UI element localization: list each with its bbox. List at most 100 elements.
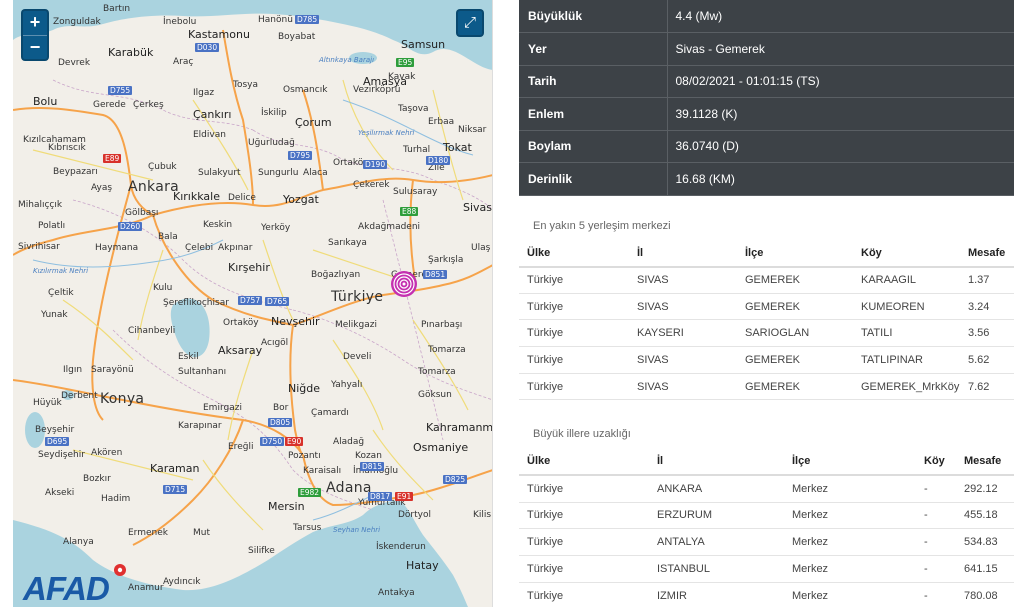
map-label-sarayonu: Sarayönü (91, 365, 134, 375)
map-label-keskin: Keskin (203, 220, 233, 230)
table-cell: - (916, 502, 964, 530)
major-cities-distance-table: Ülke İl İlçe Köy Mesafe Türkiye ANKARA Merkez -… (519, 448, 1014, 607)
map-label-aladag: Aladağ (333, 437, 365, 447)
map-label-osmancik: Osmancık (283, 85, 328, 95)
table-cell: Türkiye (519, 373, 629, 401)
table-cell: Türkiye (519, 582, 649, 607)
zoom-control: + − (21, 9, 49, 61)
road-shield: E91 (395, 492, 414, 501)
map-label-karaisali: Karaisalı (303, 466, 342, 476)
map-label-tokat: Tokat (443, 141, 472, 154)
fullscreen-icon[interactable]: ⤢ (456, 9, 484, 37)
table-cell: ISTANBUL (649, 555, 784, 583)
table-cell: 3.56 (968, 319, 1014, 348)
table-cell: GEMEREK (737, 373, 853, 401)
map-label-beypazari: Beypazarı (53, 167, 98, 177)
map-label-arac: Araç (173, 57, 194, 67)
table-cell: IZMIR (649, 582, 784, 607)
table-cell: Merkez (784, 582, 916, 607)
table-row: Türkiye SIVAS GEMEREK TATLIPINAR 5.62 (519, 346, 1014, 374)
table-cell: TATILI (853, 319, 968, 348)
map-label-melikgazi: Melikgazi (335, 320, 377, 330)
road-shield: D817 (368, 492, 393, 501)
info-value: 4.4 (Mw) (667, 0, 1014, 33)
table-cell: SIVAS (629, 266, 737, 294)
zoom-in-button[interactable]: + (23, 11, 47, 35)
map-label-mut: Mut (193, 528, 210, 538)
map-label-yesilirmak: Yeşilırmak Nehri (358, 129, 415, 137)
map-label-kirikkale: Kırıkkale (173, 190, 220, 203)
table-row: Türkiye SIVAS GEMEREK KARAAGIL 1.37 (519, 266, 1014, 294)
map-label-kilis: Kilis (473, 510, 492, 520)
table-cell: 534.83 (964, 528, 1014, 556)
map-label-gerede: Gerede (93, 100, 126, 110)
table-cell: Merkez (784, 475, 916, 503)
map-label-huyuk: Hüyük (33, 398, 62, 408)
epicenter-marker-icon[interactable] (390, 270, 418, 298)
column-header: İlçe (737, 239, 853, 268)
map-label-hatay: Hatay (406, 559, 439, 572)
map-label-tosya: Tosya (233, 80, 259, 90)
table-cell: SARIOGLAN (737, 319, 853, 348)
map-label-beysehir: Beyşehir (35, 425, 75, 435)
map-label-erbaa: Erbaa (428, 117, 455, 127)
column-header: Köy (916, 448, 964, 477)
road-shield: E89 (103, 154, 122, 163)
map-label-anamur: Anamur (128, 583, 164, 593)
map-label-nigde: Niğde (288, 382, 321, 395)
map-label-altinkaya: Altınkaya Barajı (319, 56, 375, 64)
map-label-kibriscik: Kıbrıscık (48, 143, 86, 153)
info-label: Enlem (519, 97, 668, 131)
road-shield: D815 (360, 462, 385, 471)
map-label-akoren: Akören (91, 448, 123, 458)
map-label-aydincik: Aydıncık (163, 577, 201, 587)
map-label-mihaliccik: Mihalıççık (18, 200, 63, 210)
map-label-emirgazi: Emirgazi (203, 403, 242, 413)
road-shield: D180 (426, 156, 451, 165)
earthquake-details-panel: Büyüklük 4.4 (Mw) Yer Sivas - Gemerek Tarih 0… (519, 0, 1014, 607)
map-label-silifke: Silifke (248, 546, 275, 556)
map-label-pinarbasi: Pınarbaşı (421, 320, 463, 330)
map-label-yerkoy: Yerköy (261, 223, 291, 233)
map-label-cihanbeyli: Cihanbeyli (128, 326, 176, 336)
map-label-tarsus: Tarsus (293, 523, 322, 533)
road-shield: D795 (288, 151, 313, 160)
map-label-mersin: Mersin (268, 500, 305, 513)
map-label-karapinar: Karapınar (178, 421, 222, 431)
info-value: 08/02/2021 - 01:01:15 (TS) (667, 65, 1014, 98)
table-cell: 641.15 (964, 555, 1014, 583)
table-cell: Türkiye (519, 293, 629, 321)
table-cell: - (916, 582, 964, 607)
map-label-kahramanmaras: Kahramanmaraş (426, 421, 493, 434)
map-label-iskenderun: İskenderun (376, 542, 426, 552)
map-label-serefli: Şereflikoçhisar (163, 298, 229, 308)
column-header: Köy (853, 239, 968, 268)
map-label-ulas: Ulaş (471, 243, 491, 253)
map-label-ilgin: Ilgın (63, 365, 83, 375)
road-shield: E95 (396, 58, 415, 67)
zoom-out-button[interactable]: − (23, 35, 47, 59)
map-view[interactable]: Zonguldak Bartın İnebolu Hanönü Boyabat … (13, 0, 493, 607)
road-shield: D757 (238, 296, 263, 305)
table-cell: GEMEREK (737, 293, 853, 321)
map-label-cekerek: Çekerek (353, 180, 390, 190)
earthquake-info-table: Büyüklük 4.4 (Mw) Yer Sivas - Gemerek Tarih 0… (519, 0, 1014, 196)
table-cell: 3.24 (968, 293, 1014, 321)
info-row: Tarih 08/02/2021 - 01:01:15 (TS) (519, 65, 1014, 98)
map-label-cankiri: Çankırı (193, 108, 232, 121)
info-label: Tarih (519, 65, 668, 98)
table-cell: - (916, 528, 964, 556)
map-label-sivas: Sivas (463, 201, 493, 214)
column-header: Mesafe (968, 239, 1014, 268)
map-label-antakya: Antakya (378, 588, 415, 598)
table-cell: GEMEREK (737, 266, 853, 294)
map-label-yunak: Yunak (41, 310, 68, 320)
info-row: Derinlik 16.68 (KM) (519, 162, 1014, 196)
map-label-inebolu: İnebolu (163, 17, 197, 27)
map-label-bartin: Bartın (103, 4, 131, 14)
column-header: İlçe (784, 448, 916, 477)
map-label-dortyol: Dörtyol (398, 510, 431, 520)
map-label-osmaniye: Osmaniye (413, 441, 469, 454)
road-shield: D765 (265, 297, 290, 306)
map-label-tomarza: Tomarza (428, 345, 466, 355)
